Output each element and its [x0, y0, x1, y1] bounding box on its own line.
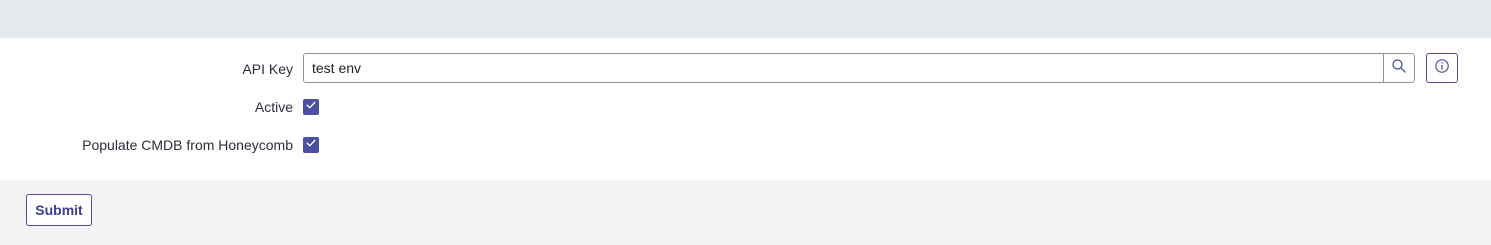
- populate-cmdb-label: Populate CMDB from Honeycomb: [82, 137, 293, 153]
- active-checkbox[interactable]: [303, 99, 319, 115]
- active-label: Active: [254, 99, 293, 115]
- populate-cmdb-row: Populate CMDB from Honeycomb: [0, 129, 1491, 161]
- checkmark-icon: [305, 136, 317, 154]
- settings-form: API Key Active: [0, 38, 1491, 180]
- info-icon: [1434, 58, 1450, 79]
- active-row: Active: [0, 91, 1491, 123]
- api-key-lookup-button[interactable]: [1383, 53, 1415, 83]
- form-footer: Submit: [0, 180, 1491, 245]
- api-key-row: API Key: [0, 53, 1491, 85]
- top-header-bar: [0, 0, 1491, 38]
- api-key-label: API Key: [242, 61, 293, 77]
- api-key-input[interactable]: [303, 53, 1383, 83]
- submit-button[interactable]: Submit: [26, 194, 92, 226]
- checkmark-icon: [305, 98, 317, 116]
- populate-cmdb-checkbox[interactable]: [303, 137, 319, 153]
- search-icon: [1391, 58, 1407, 79]
- api-key-info-button[interactable]: [1426, 53, 1458, 83]
